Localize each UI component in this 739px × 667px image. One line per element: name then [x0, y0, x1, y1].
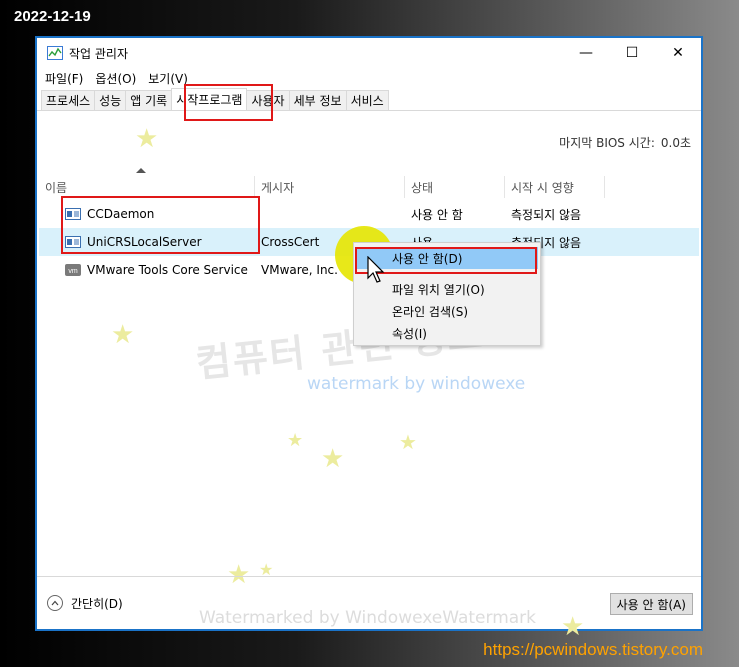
- menu-view[interactable]: 보기(V): [148, 70, 188, 87]
- app-window-icon: [65, 208, 81, 220]
- watermark-star: ★: [399, 430, 417, 454]
- disable-button[interactable]: 사용 안 함(A): [609, 593, 693, 615]
- footer-bar: 간단히(D) 사용 안 함(A): [37, 576, 701, 629]
- task-manager-window: 작업 관리자 — ☐ ✕ 파일(F) 옵션(O) 보기(V) 프로세스 성능 앱…: [35, 36, 703, 642]
- tab-users[interactable]: 사용자: [246, 90, 290, 110]
- tab-processes[interactable]: 프로세스: [41, 90, 96, 110]
- mouse-cursor-icon: [367, 256, 385, 283]
- menu-file[interactable]: 파일(F): [45, 70, 83, 87]
- tab-details[interactable]: 세부 정보: [288, 90, 347, 110]
- column-headers: 이름 게시자 상태 시작 시 영향: [39, 176, 699, 198]
- window-title: 작업 관리자: [69, 46, 129, 61]
- watermark-star: ★: [321, 444, 345, 474]
- tab-performance[interactable]: 성능: [94, 90, 127, 110]
- minimize-button[interactable]: —: [563, 38, 609, 68]
- watermark-star: ★: [135, 124, 159, 154]
- row-name: UniCRSLocalServer: [87, 235, 202, 249]
- close-button[interactable]: ✕: [655, 38, 701, 68]
- title-bar[interactable]: 작업 관리자 — ☐ ✕: [37, 38, 701, 68]
- bios-time: 마지막 BIOS 시간: 0.0초: [553, 134, 691, 151]
- bios-label: 마지막 BIOS 시간:: [559, 136, 655, 150]
- task-manager-icon: [47, 46, 63, 60]
- app-window-icon: [65, 236, 81, 248]
- ctx-search-online[interactable]: 온라인 검색(S): [354, 300, 540, 322]
- watermark-star: ★: [111, 320, 135, 350]
- bios-value: 0.0초: [660, 136, 691, 150]
- tab-app-history[interactable]: 앱 기록: [125, 90, 173, 110]
- row-impact: 측정되지 않음: [511, 207, 582, 222]
- site-url: https://pcwindows.tistory.com: [483, 640, 703, 659]
- column-publisher[interactable]: 게시자: [255, 176, 405, 198]
- tab-bar: 프로세스 성능 앱 기록 시작프로그램 사용자 세부 정보 서비스: [37, 88, 701, 111]
- fewer-details-link[interactable]: 간단히(D): [71, 595, 123, 612]
- row-name: VMware Tools Core Service: [87, 263, 248, 277]
- column-name[interactable]: 이름: [39, 176, 255, 198]
- watermark-star: ★: [287, 430, 304, 451]
- column-impact[interactable]: 시작 시 영향: [505, 176, 605, 198]
- menu-bar: 파일(F) 옵션(O) 보기(V): [37, 68, 701, 88]
- tab-services[interactable]: 서비스: [345, 90, 389, 110]
- row-status: 사용 안 함: [411, 207, 463, 222]
- tab-startup[interactable]: 시작프로그램: [171, 88, 248, 110]
- menu-options[interactable]: 옵션(O): [95, 70, 136, 87]
- sort-ascending-icon: [136, 168, 146, 173]
- ctx-properties[interactable]: 속성(I): [354, 322, 540, 344]
- row-name: CCDaemon: [87, 207, 155, 221]
- chevron-up-icon[interactable]: [47, 595, 63, 611]
- svg-text:vm: vm: [68, 268, 78, 275]
- watermark-blue: watermark by windowexe: [307, 374, 526, 394]
- vmware-icon: vm: [65, 264, 81, 276]
- table-row[interactable]: CCDaemon 사용 안 함 측정되지 않음: [39, 200, 699, 228]
- maximize-button[interactable]: ☐: [609, 38, 655, 68]
- column-status[interactable]: 상태: [405, 176, 505, 198]
- date-stamp: 2022-12-19: [14, 8, 91, 25]
